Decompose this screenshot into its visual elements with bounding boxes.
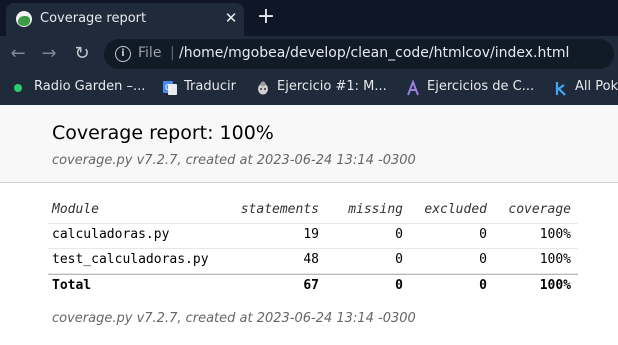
url-separator: | bbox=[170, 45, 175, 61]
k-logo-icon bbox=[553, 80, 569, 96]
back-button[interactable]: ← bbox=[7, 43, 29, 65]
new-tab-button[interactable]: + bbox=[256, 6, 276, 28]
column-header-coverage[interactable]: coverage bbox=[508, 202, 571, 217]
missing-cell: 0 bbox=[395, 252, 403, 267]
radio-garden-favicon-icon bbox=[16, 11, 32, 27]
bookmarks-bar: Radio Garden –... G Traducir Ejercicio #… bbox=[0, 72, 618, 104]
missing-cell: 0 bbox=[395, 278, 403, 293]
report-header: Coverage report: 100% coverage.py v7.2.7… bbox=[0, 105, 618, 183]
tab-strip: Coverage report ✕ + bbox=[0, 0, 618, 36]
table-total-row: Total 67 0 0 100% bbox=[48, 274, 578, 299]
bookmark-label: All Pok bbox=[575, 79, 618, 94]
table-row: test_calculadoras.py 48 0 0 100% bbox=[48, 249, 578, 274]
table-header-row: Module statements missing excluded cover… bbox=[48, 199, 578, 224]
page-title: Coverage report: 100% bbox=[52, 122, 274, 144]
bookmark-label: Ejercicio #1: M... bbox=[277, 79, 387, 94]
coverage-cell: 100% bbox=[539, 252, 571, 267]
module-link[interactable]: test_calculadoras.py bbox=[52, 252, 209, 267]
module-link[interactable]: calculadoras.py bbox=[52, 227, 169, 242]
coverage-cell: 100% bbox=[539, 227, 571, 242]
table-row: calculadoras.py 19 0 0 100% bbox=[48, 224, 578, 249]
report-meta: coverage.py v7.2.7, created at 2023-06-2… bbox=[52, 153, 416, 168]
url-text[interactable]: /home/mgobea/develop/clean_code/htmlcov/… bbox=[179, 45, 569, 61]
total-label: Total bbox=[52, 278, 92, 293]
page-content: Coverage report: 100% coverage.py v7.2.7… bbox=[0, 105, 618, 345]
column-header-excluded[interactable]: excluded bbox=[424, 202, 487, 217]
green-dot-icon bbox=[12, 80, 28, 96]
forward-button[interactable]: → bbox=[38, 43, 60, 65]
google-translate-icon: G bbox=[162, 80, 178, 96]
excluded-cell: 0 bbox=[479, 252, 487, 267]
column-header-missing[interactable]: missing bbox=[348, 202, 403, 217]
bookmark-label: Radio Garden –... bbox=[34, 79, 146, 94]
missing-cell: 0 bbox=[395, 227, 403, 242]
address-bar[interactable]: i File | /home/mgobea/develop/clean_code… bbox=[104, 39, 614, 69]
info-icon[interactable]: i bbox=[115, 46, 131, 62]
close-icon[interactable]: ✕ bbox=[222, 9, 240, 27]
statements-cell: 67 bbox=[303, 278, 319, 293]
bug-icon bbox=[255, 80, 271, 96]
coverage-cell: 100% bbox=[539, 278, 571, 293]
excluded-cell: 0 bbox=[479, 278, 487, 293]
coverage-table: Module statements missing excluded cover… bbox=[48, 199, 578, 299]
browser-chrome: Coverage report ✕ + ← → ↻ i File | /home… bbox=[0, 0, 618, 105]
reload-button[interactable]: ↻ bbox=[71, 43, 93, 65]
footer-meta: coverage.py v7.2.7, created at 2023-06-2… bbox=[52, 311, 416, 326]
bookmark-label: Ejercicios de C... bbox=[427, 79, 535, 94]
tab-coverage-report[interactable]: Coverage report ✕ bbox=[6, 3, 244, 36]
bookmark-label: Traducir bbox=[184, 79, 236, 94]
column-header-statements[interactable]: statements bbox=[241, 202, 319, 217]
svg-text:G: G bbox=[165, 83, 171, 92]
column-header-module[interactable]: Module bbox=[52, 202, 99, 217]
tab-title: Coverage report bbox=[40, 11, 147, 26]
statements-cell: 19 bbox=[303, 227, 319, 242]
scheme-label: File bbox=[138, 45, 162, 61]
statements-cell: 48 bbox=[303, 252, 319, 267]
excluded-cell: 0 bbox=[479, 227, 487, 242]
a-logo-icon bbox=[405, 79, 421, 96]
